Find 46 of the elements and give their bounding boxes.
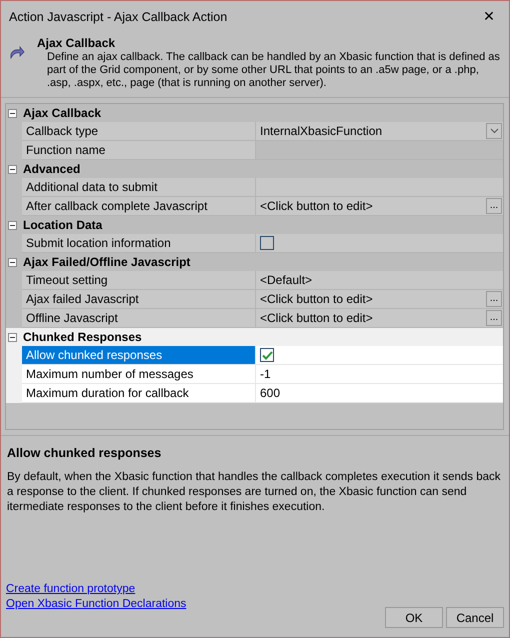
dialog-button[interactable]: OK <box>385 607 443 628</box>
property-label[interactable]: Allow chunked responses <box>22 346 256 364</box>
property-value[interactable]: <Click button to edit> <box>260 290 373 308</box>
caret-icon <box>490 128 498 134</box>
property-value[interactable]: -1 <box>260 365 271 383</box>
section-title[interactable]: Chunked Responses <box>23 330 142 344</box>
property-label[interactable]: After callback complete Javascript <box>22 197 256 215</box>
ellipsis-button[interactable]: ... <box>486 310 502 326</box>
header-description: Define an ajax callback. The callback can be handled by an Xbasic function that is defined as part of the Grid component, or by some other URL that points to an .a5w page, or a .php, .asp, .aspx, etc., page (that is running on another server). <box>46 51 501 90</box>
help-title: Allow chunked responses <box>7 446 162 460</box>
property-value[interactable]: <Click button to edit> <box>260 197 373 215</box>
ellipsis-button[interactable]: ... <box>486 291 502 307</box>
property-label[interactable]: Ajax failed Javascript <box>22 290 256 308</box>
property-label[interactable]: Offline Javascript <box>22 309 256 327</box>
property-label[interactable]: Additional data to submit <box>22 178 256 196</box>
collapse-toggle-icon[interactable] <box>8 220 17 230</box>
checkbox[interactable] <box>260 236 274 250</box>
collapse-toggle-icon[interactable] <box>8 164 17 174</box>
section-title[interactable]: Location Data <box>23 218 102 232</box>
property-label[interactable]: Callback type <box>22 122 256 140</box>
property-label[interactable]: Timeout setting <box>22 271 256 289</box>
collapse-toggle-icon[interactable] <box>8 332 17 342</box>
checkbox[interactable] <box>260 348 274 362</box>
dialog-button[interactable]: Cancel <box>446 607 504 628</box>
property-value[interactable]: 600 <box>260 384 280 402</box>
section-title[interactable]: Ajax Failed/Offline Javascript <box>23 255 190 269</box>
section-title[interactable]: Ajax Callback <box>23 106 102 120</box>
collapse-toggle-icon[interactable] <box>8 108 17 118</box>
redo-arrow-icon <box>9 46 25 60</box>
property-value[interactable]: <Click button to edit> <box>260 309 373 327</box>
close-button[interactable]: ✕ <box>469 2 509 32</box>
help-text: By default, when the Xbasic function that handles the callback completes execution it sends back a response to the client. If chunked responses are turned on, the Xbasic function can send itermediate responses to the client before it finishes execution. <box>7 470 502 515</box>
property-value[interactable]: InternalXbasicFunction <box>260 122 382 140</box>
dropdown-button[interactable] <box>486 123 502 139</box>
window-title: Action Javascript - Ajax Callback Action <box>9 10 228 24</box>
collapse-toggle-icon[interactable] <box>8 258 17 266</box>
link[interactable]: Create function prototype <box>6 583 136 595</box>
header-title: Ajax Callback <box>37 36 116 50</box>
property-label[interactable]: Maximum number of messages <box>22 365 256 383</box>
ellipsis-button[interactable]: ... <box>486 198 502 214</box>
property-label[interactable]: Maximum duration for callback <box>22 384 256 402</box>
link[interactable]: Open Xbasic Function Declarations <box>6 598 186 610</box>
property-label[interactable]: Submit location information <box>22 234 256 252</box>
property-label[interactable]: Function name <box>22 141 256 159</box>
property-value[interactable]: <Default> <box>260 271 312 289</box>
section-title[interactable]: Advanced <box>23 162 80 176</box>
